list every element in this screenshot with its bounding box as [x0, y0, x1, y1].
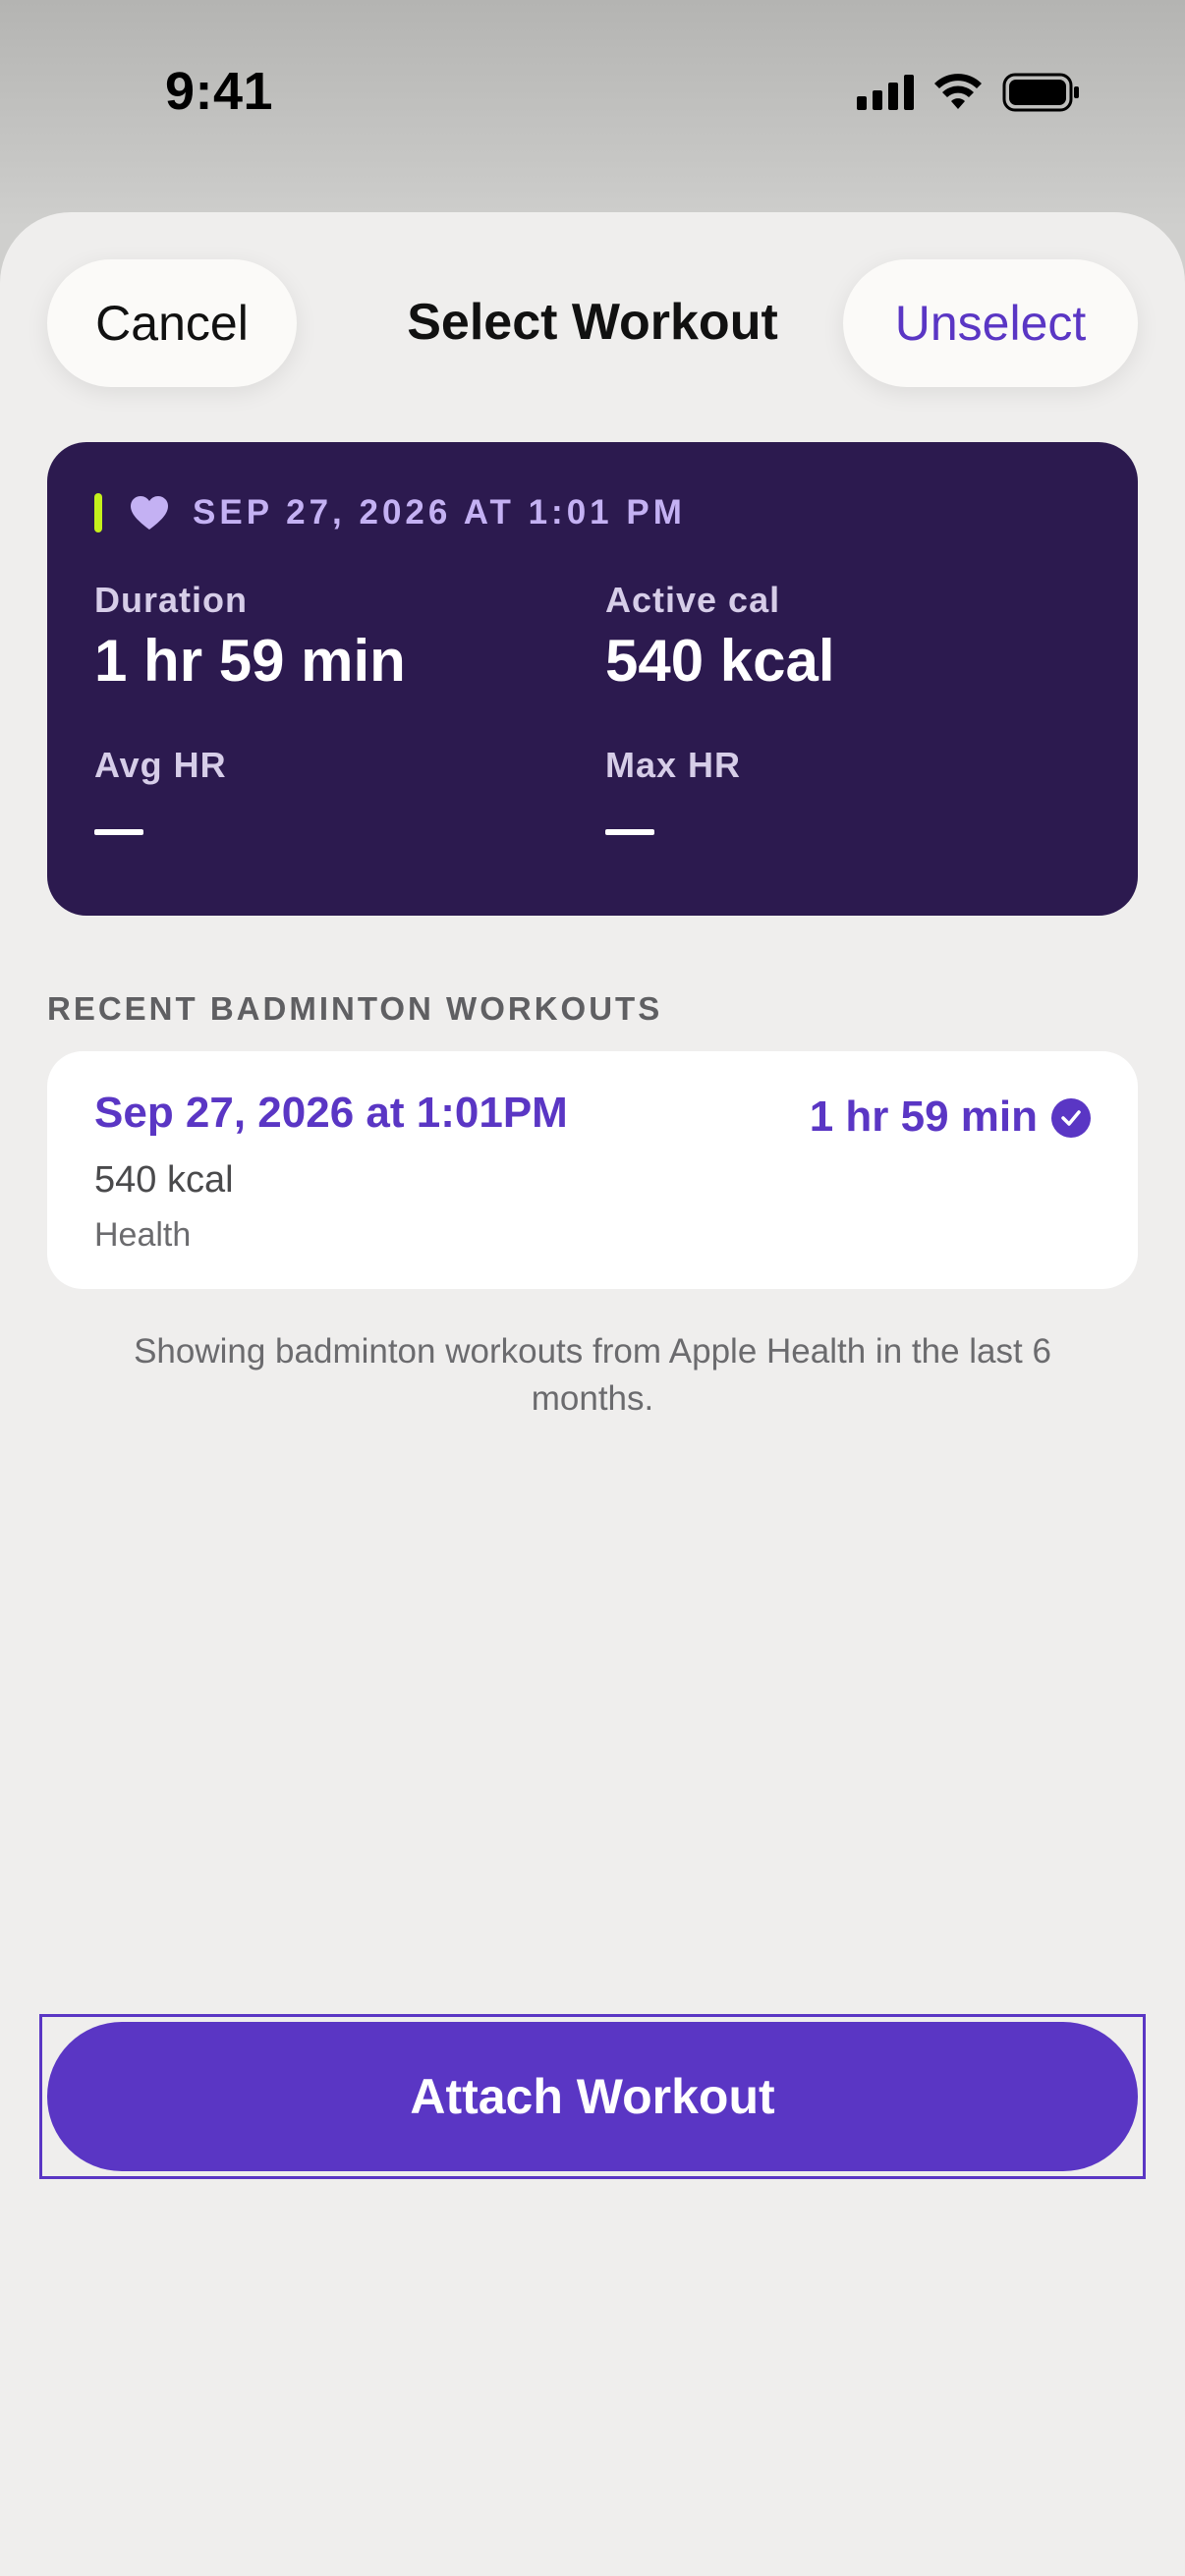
workout-source: Health	[94, 1216, 192, 1254]
avg-hr-stat: Avg HR	[94, 745, 227, 835]
checkmark-circle-icon	[1051, 1098, 1091, 1138]
unselect-button[interactable]: Unselect	[843, 259, 1138, 387]
max-hr-stat: Max HR	[605, 745, 741, 835]
avg-hr-label: Avg HR	[94, 745, 227, 785]
max-hr-label: Max HR	[605, 745, 742, 785]
workout-kcal: 540 kcal	[94, 1159, 234, 1201]
active-cal-label: Active cal	[605, 580, 781, 620]
workout-date: Sep 27, 2026 at 1:01PM	[94, 1089, 568, 1137]
summary-date: SEP 27, 2026 AT 1:01 PM	[193, 493, 686, 532]
workout-summary-card: SEP 27, 2026 AT 1:01 PM Duration 1 hr 59…	[47, 442, 1138, 916]
status-icons	[857, 73, 1081, 112]
battery-icon	[1002, 73, 1079, 112]
accent-bar	[94, 493, 102, 532]
duration-value: 1 hr 59 min	[94, 628, 406, 694]
status-time: 9:41	[165, 62, 274, 121]
active-cal-value: 540 kcal	[605, 628, 835, 694]
duration-stat: Duration 1 hr 59 min	[94, 580, 406, 695]
attach-workout-button[interactable]: Attach Workout	[47, 2022, 1138, 2171]
status-bar: 9:41	[0, 0, 1185, 196]
active-cal-stat: Active cal 540 kcal	[605, 580, 835, 695]
max-hr-empty-dash	[605, 829, 654, 835]
workout-list-item[interactable]: Sep 27, 2026 at 1:01PM 1 hr 59 min 540 k…	[47, 1051, 1138, 1289]
select-workout-sheet: Cancel Select Workout Unselect SEP 27, 2…	[0, 212, 1185, 2576]
heart-icon	[131, 496, 168, 530]
summary-header: SEP 27, 2026 AT 1:01 PM	[94, 493, 686, 532]
workout-duration: 1 hr 59 min	[809, 1092, 1038, 1141]
wifi-icon	[934, 74, 982, 109]
workouts-footnote: Showing badminton workouts from Apple He…	[134, 1332, 1051, 1418]
signal-icon	[857, 75, 914, 110]
duration-label: Duration	[94, 580, 248, 620]
recent-workouts-heading: RECENT BADMINTON WORKOUTS	[47, 990, 663, 1027]
avg-hr-empty-dash	[94, 829, 143, 835]
